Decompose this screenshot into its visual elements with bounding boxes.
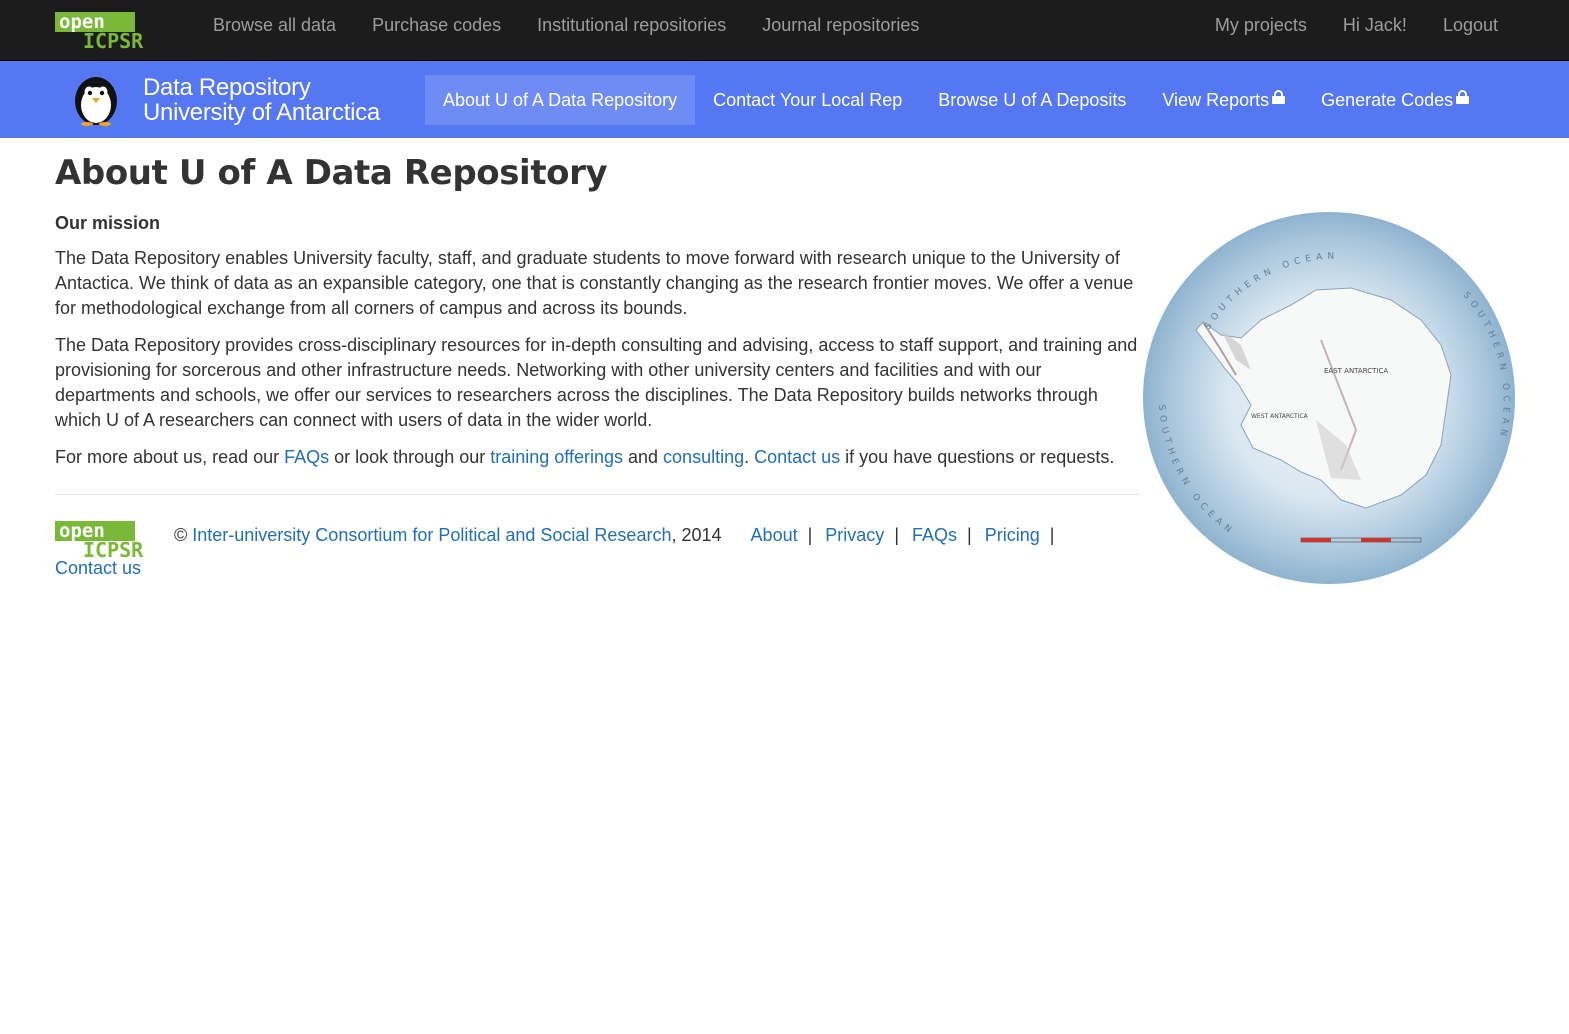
contact-us-link[interactable]: Contact us — [754, 447, 840, 467]
faqs-link[interactable]: FAQs — [284, 447, 329, 467]
footer-faqs-link[interactable]: FAQs — [912, 525, 957, 545]
tab-generate-codes-label: Generate Codes — [1321, 90, 1454, 110]
nav-browse-all-data[interactable]: Browse all data — [195, 0, 354, 50]
footer-about-link[interactable]: About — [751, 525, 798, 545]
nav-journal-repositories[interactable]: Journal repositories — [744, 0, 937, 50]
openicpsr-logo[interactable]: open ICPSR — [55, 12, 171, 50]
text-fragment: . — [744, 447, 755, 467]
nav-institutional-repositories[interactable]: Institutional repositories — [519, 0, 744, 50]
consulting-link[interactable]: consulting — [663, 447, 744, 467]
nav-purchase-codes[interactable]: Purchase codes — [354, 0, 519, 50]
text-fragment: if you have questions or requests. — [840, 447, 1115, 467]
top-navbar: open ICPSR Browse all data Purchase code… — [0, 0, 1569, 61]
lock-icon — [1272, 90, 1286, 104]
footer-separator: | — [807, 525, 813, 545]
brand-title: Data Repository — [143, 74, 311, 101]
main-content: About U of A Data Repository Our mission… — [55, 150, 1140, 591]
tab-contact-rep[interactable]: Contact Your Local Rep — [695, 75, 920, 125]
divider — [55, 494, 1140, 495]
penguin-logo-icon[interactable] — [70, 74, 122, 126]
repository-navbar: Data Repository University of Antarctica… — [0, 61, 1569, 138]
footer-separator: | — [967, 525, 972, 545]
tab-browse-deposits[interactable]: Browse U of A Deposits — [920, 75, 1144, 125]
tab-about[interactable]: About U of A Data Repository — [425, 75, 696, 125]
tab-generate-codes[interactable]: Generate Codes — [1303, 75, 1487, 125]
nav-my-projects[interactable]: My projects — [1197, 0, 1325, 50]
page-title: About U of A Data Repository — [55, 153, 608, 193]
footer-pricing-link[interactable]: Pricing — [985, 525, 1040, 545]
copyright-symbol: © — [174, 525, 193, 545]
footer-separator: | — [894, 525, 899, 545]
mission-heading: Our mission — [55, 213, 161, 233]
tab-view-reports-label: View Reports — [1162, 90, 1270, 110]
text-fragment: or look through our — [329, 447, 491, 467]
footer-contact-link[interactable]: Contact us — [55, 558, 141, 579]
logo-icpsr-text: ICPSR — [83, 29, 144, 50]
openicpsr-footer-logo[interactable]: open ICPSR — [55, 521, 171, 559]
logo-icpsr-text: ICPSR — [83, 538, 144, 559]
footer-privacy-link[interactable]: Privacy — [825, 525, 884, 545]
map-label: EAST ANTARCTICA — [1324, 367, 1388, 375]
antarctica-map-image: SOUTHERN OCEAN SOUTHERN OCEAN SOUTHERN O… — [1141, 210, 1517, 586]
repository-nav: About U of A Data Repository Contact You… — [425, 75, 1487, 125]
tab-view-reports[interactable]: View Reports — [1144, 75, 1303, 125]
text-fragment: For more about us, read our — [55, 447, 285, 467]
footer-line: © Inter-university Consortium for Politi… — [174, 525, 1062, 546]
footer: open ICPSR © Inter-university Consortium… — [55, 521, 1140, 591]
icpsr-org-link[interactable]: Inter-university Consortium for Politica… — [192, 525, 671, 545]
mission-paragraph-2: The Data Repository provides cross-disci… — [55, 335, 1138, 430]
copyright-year: , 2014 — [671, 525, 722, 545]
top-nav-left: Browse all data Purchase codes Instituti… — [195, 0, 937, 50]
nav-user-greeting[interactable]: Hi Jack! — [1325, 0, 1425, 50]
repository-brand[interactable]: Data Repository University of Antarctica — [143, 75, 380, 125]
brand-subtitle: University of Antarctica — [143, 99, 380, 126]
tab-contact-rep-label: Contact Your Local Rep — [713, 90, 903, 110]
training-offerings-link[interactable]: training offerings — [490, 447, 623, 467]
nav-logout[interactable]: Logout — [1425, 0, 1516, 50]
footer-separator: | — [1049, 525, 1055, 545]
mission-paragraph-3: For more about us, read our FAQs or look… — [55, 445, 1140, 470]
top-nav-right: My projects Hi Jack! Logout — [1197, 0, 1516, 50]
tab-browse-deposits-label: Browse U of A Deposits — [938, 90, 1127, 110]
lock-icon — [1456, 90, 1470, 104]
tab-about-label: About U of A Data Repository — [443, 90, 678, 110]
map-label: WEST ANTARCTICA — [1251, 413, 1309, 420]
text-fragment: and — [623, 447, 664, 467]
mission-paragraph-1: The Data Repository enables University f… — [55, 248, 1134, 318]
